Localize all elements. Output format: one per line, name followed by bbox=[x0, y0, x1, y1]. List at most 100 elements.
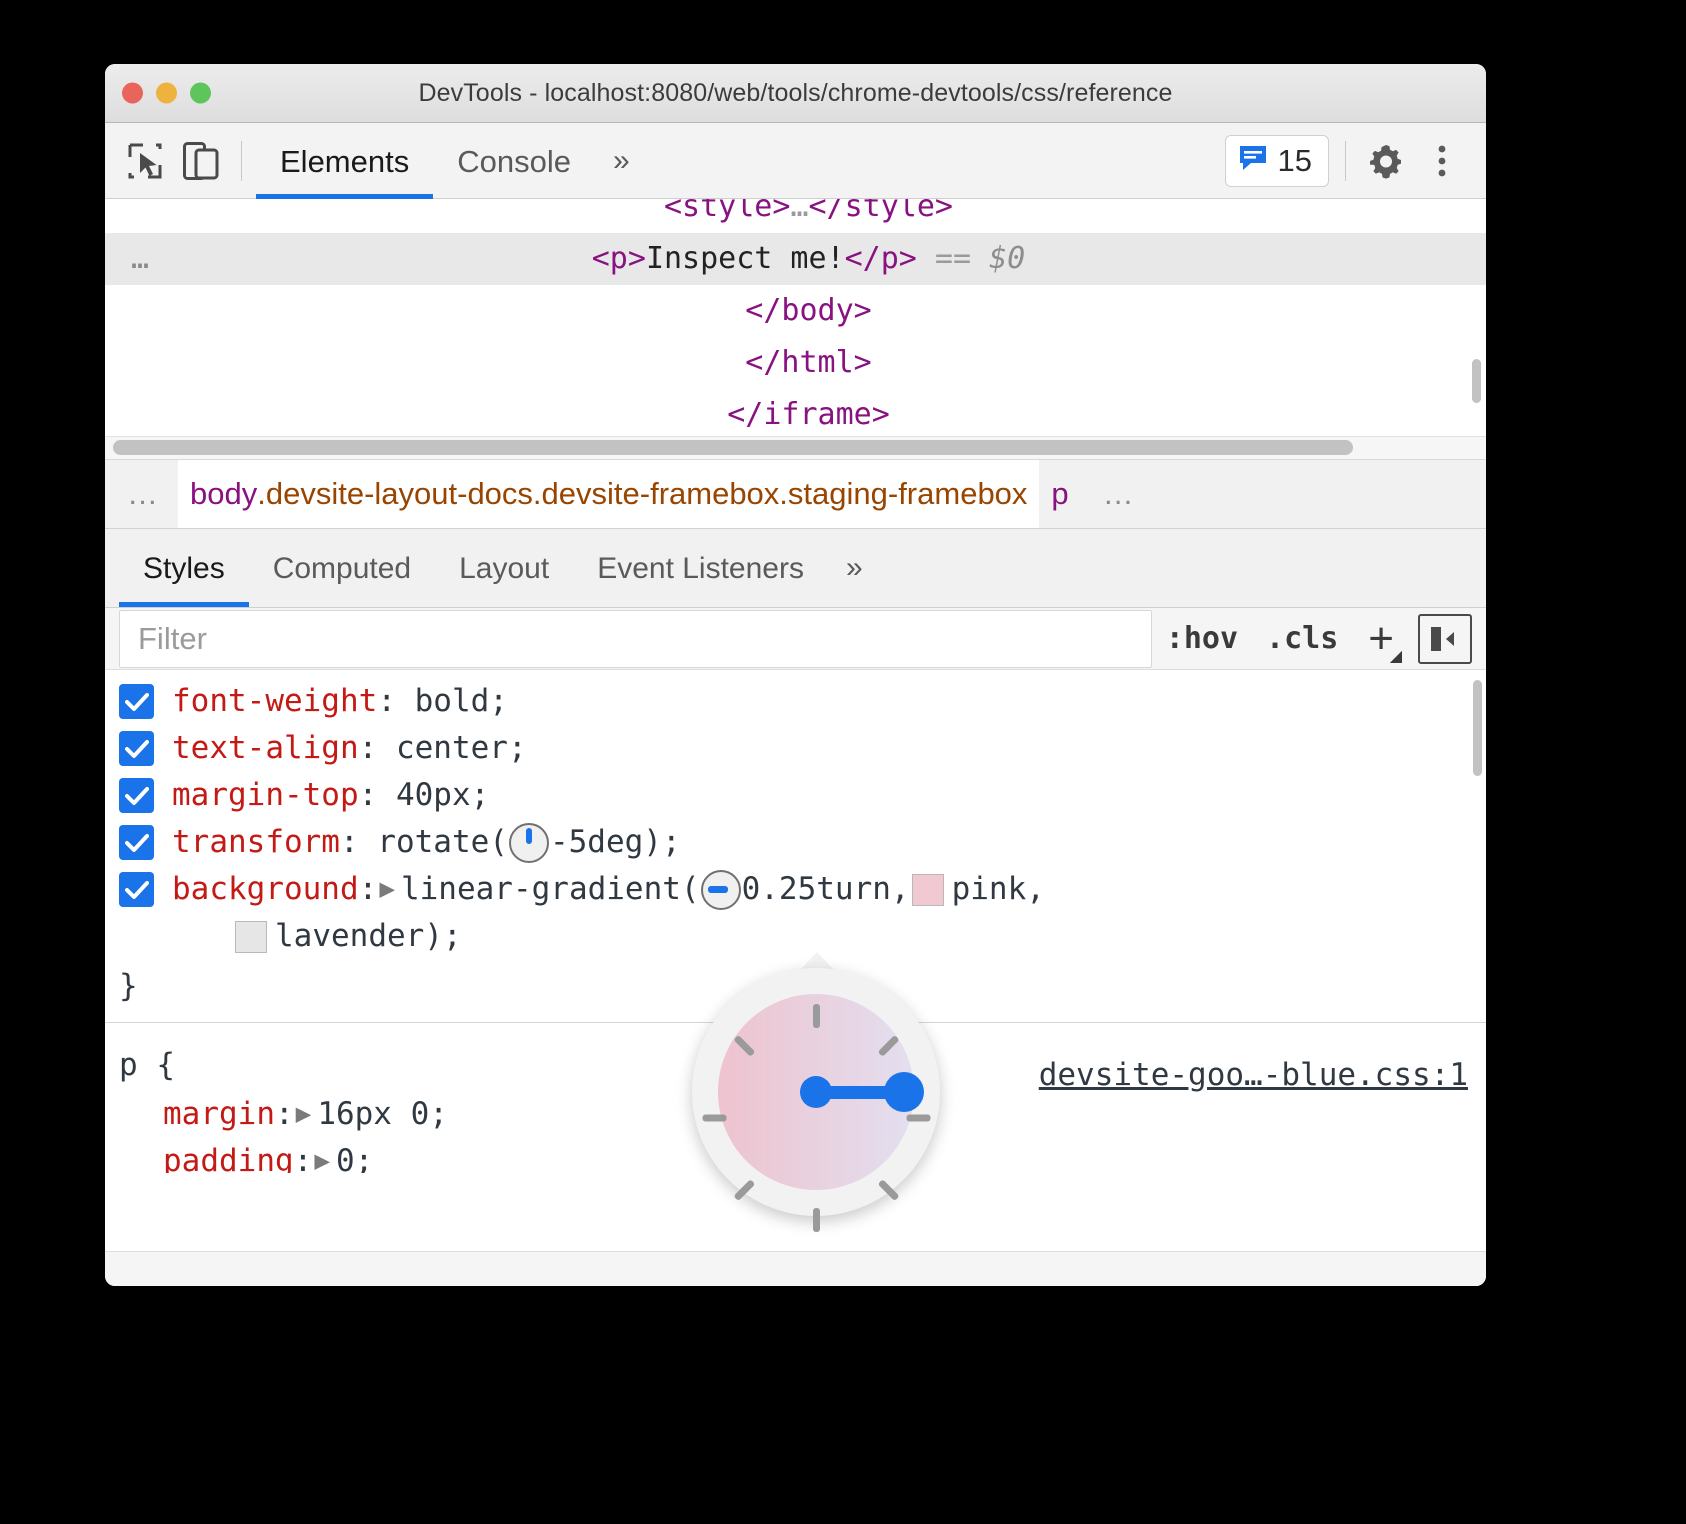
rule-p-selector[interactable]: p { bbox=[119, 1047, 175, 1083]
breadcrumb: … body.devsite-layout-docs.devsite-frame… bbox=[105, 459, 1486, 529]
declaration-margin-top[interactable]: margin-top: 40px; bbox=[105, 772, 1486, 819]
declaration-angle-value[interactable]: 0.25turn, bbox=[742, 866, 910, 913]
declaration-value[interactable]: bold bbox=[415, 678, 490, 725]
dom-node-eq: == bbox=[917, 241, 989, 276]
breadcrumb-item-p[interactable]: p bbox=[1039, 460, 1080, 528]
declaration-color-name-1[interactable]: pink, bbox=[952, 866, 1045, 913]
angle-picker-icon[interactable] bbox=[701, 870, 741, 910]
dom-node-html-close-text: </html> bbox=[745, 345, 871, 380]
declaration-padding[interactable]: padding:▶0; bbox=[105, 1138, 1486, 1173]
declaration-checkbox[interactable] bbox=[119, 684, 154, 719]
color-swatch-pink[interactable] bbox=[912, 874, 944, 906]
declaration-font-weight[interactable]: font-weight: bold; bbox=[105, 678, 1486, 725]
declaration-property[interactable]: transform bbox=[172, 819, 340, 866]
dom-node-body-close[interactable]: </body> bbox=[105, 285, 1486, 337]
dom-node-style-open: <style> bbox=[664, 199, 790, 224]
declaration-value-suffix[interactable]: -5deg); bbox=[550, 819, 681, 866]
close-window-button[interactable] bbox=[122, 83, 143, 104]
breadcrumb-item-p-tag: p bbox=[1051, 476, 1068, 512]
toggle-sidebar-icon[interactable] bbox=[1418, 614, 1472, 664]
maximize-window-button[interactable] bbox=[190, 83, 211, 104]
dom-horizontal-scrollbar[interactable] bbox=[113, 440, 1353, 455]
minimize-window-button[interactable] bbox=[156, 83, 177, 104]
window-titlebar: DevTools - localhost:8080/web/tools/chro… bbox=[105, 64, 1486, 123]
rule-element-close-brace: } bbox=[105, 960, 1486, 1012]
tab-elements[interactable]: Elements bbox=[256, 123, 433, 199]
dom-node-style-close: </style> bbox=[809, 199, 954, 224]
more-sidebar-tabs-icon[interactable]: » bbox=[828, 551, 878, 585]
declaration-checkbox[interactable] bbox=[119, 825, 154, 860]
declaration-property[interactable]: text-align bbox=[172, 725, 359, 772]
color-swatch-lavender[interactable] bbox=[235, 921, 267, 953]
tab-console[interactable]: Console bbox=[433, 123, 595, 199]
styles-rules-pane[interactable]: font-weight: bold; text-align: center; m… bbox=[105, 670, 1486, 1173]
dom-node-p-text: Inspect me! bbox=[646, 241, 845, 276]
declaration-color-name-2[interactable]: lavender); bbox=[275, 913, 462, 960]
new-style-rule-button[interactable]: + ◢ bbox=[1352, 617, 1404, 661]
styles-vertical-scrollbar[interactable] bbox=[1473, 680, 1482, 776]
declaration-property[interactable]: padding bbox=[163, 1138, 294, 1173]
declaration-value-prefix: linear-gradient( bbox=[401, 866, 700, 913]
declaration-property[interactable]: margin-top bbox=[172, 772, 359, 819]
tab-event-listeners[interactable]: Event Listeners bbox=[573, 529, 828, 607]
expand-triangle-icon[interactable]: ▶ bbox=[312, 1138, 336, 1173]
toolbar-divider bbox=[241, 141, 242, 181]
more-tabs-icon[interactable]: » bbox=[595, 144, 645, 178]
declaration-background[interactable]: background:▶linear-gradient(0.25turn, pi… bbox=[105, 866, 1486, 913]
declaration-background-continued[interactable]: lavender); bbox=[105, 913, 1486, 960]
expand-triangle-icon[interactable]: ▶ bbox=[294, 1091, 318, 1138]
filter-input[interactable]: Filter bbox=[119, 610, 1152, 668]
breadcrumb-item-body[interactable]: body.devsite-layout-docs.devsite-framebo… bbox=[178, 460, 1039, 528]
declaration-transform[interactable]: transform: rotate(-5deg); bbox=[105, 819, 1486, 866]
tab-layout[interactable]: Layout bbox=[435, 529, 573, 607]
declaration-checkbox[interactable] bbox=[119, 872, 154, 907]
expand-triangle-icon[interactable]: ▶ bbox=[377, 866, 401, 913]
dom-tree-panel[interactable]: <style>…</style> …<p>Inspect me!</p> == … bbox=[105, 199, 1486, 459]
breadcrumb-item-body-tag: body bbox=[190, 476, 257, 512]
breadcrumb-left-ellipsis[interactable]: … bbox=[105, 460, 178, 528]
declaration-value[interactable]: 0; bbox=[336, 1138, 373, 1173]
dom-horizontal-scrollbar-track bbox=[105, 436, 1486, 459]
dom-node-html-close[interactable]: </html> bbox=[105, 337, 1486, 389]
caret-down-icon: ◢ bbox=[1390, 649, 1402, 665]
declaration-checkbox[interactable] bbox=[119, 731, 154, 766]
rule-element-style: font-weight: bold; text-align: center; m… bbox=[105, 670, 1486, 1022]
dom-node-dollar-zero: $0 bbox=[989, 241, 1025, 276]
angle-picker-icon[interactable] bbox=[509, 823, 549, 863]
three-dot-menu-icon[interactable] bbox=[1416, 135, 1468, 187]
dom-collapse-ellipsis[interactable]: … bbox=[131, 233, 151, 285]
screenshot-root: DevTools - localhost:8080/web/tools/chro… bbox=[0, 0, 1686, 1524]
message-bubble-icon bbox=[1238, 144, 1268, 177]
cls-button[interactable]: .cls bbox=[1252, 621, 1352, 656]
dom-node-iframe-close[interactable]: </iframe> bbox=[105, 389, 1486, 441]
tab-computed[interactable]: Computed bbox=[249, 529, 435, 607]
device-toolbar-icon[interactable] bbox=[175, 135, 227, 187]
declaration-value-prefix: rotate( bbox=[377, 819, 508, 866]
sidebar-tabs: Styles Computed Layout Event Listeners » bbox=[105, 529, 1486, 608]
window-footer bbox=[105, 1251, 1486, 1286]
dom-vertical-scrollbar[interactable] bbox=[1472, 359, 1481, 403]
declaration-text-align[interactable]: text-align: center; bbox=[105, 725, 1486, 772]
tab-styles[interactable]: Styles bbox=[119, 529, 249, 607]
dom-node-p-selected[interactable]: …<p>Inspect me!</p> == $0 bbox=[105, 233, 1486, 285]
declaration-value[interactable]: center bbox=[396, 725, 508, 772]
dom-node-iframe-close-text: </iframe> bbox=[727, 397, 890, 432]
declaration-property[interactable]: background bbox=[172, 866, 359, 913]
breadcrumb-right-ellipsis[interactable]: … bbox=[1081, 460, 1486, 528]
console-message-badge[interactable]: 15 bbox=[1225, 135, 1329, 187]
gear-icon[interactable] bbox=[1360, 135, 1412, 187]
declaration-value[interactable]: 40px bbox=[396, 772, 471, 819]
declaration-property[interactable]: margin bbox=[163, 1091, 275, 1138]
inspect-cursor-icon[interactable] bbox=[119, 135, 171, 187]
dom-node-p-close: </p> bbox=[845, 241, 917, 276]
stylesheet-source-link[interactable]: devsite-goo…-blue.css:1 bbox=[1039, 1049, 1468, 1101]
dom-node-body-close-text: </body> bbox=[745, 293, 871, 328]
dom-node-style[interactable]: <style>…</style> bbox=[105, 199, 1486, 233]
declaration-property[interactable]: font-weight bbox=[172, 678, 377, 725]
close-brace-text: } bbox=[119, 968, 138, 1004]
dom-node-style-content: … bbox=[790, 199, 808, 224]
hov-button[interactable]: :hov bbox=[1152, 621, 1252, 656]
rule-p-selector-row: p { devsite-goo…-blue.css:1 bbox=[105, 1039, 1486, 1091]
declaration-value[interactable]: 16px 0; bbox=[317, 1091, 448, 1138]
declaration-checkbox[interactable] bbox=[119, 778, 154, 813]
